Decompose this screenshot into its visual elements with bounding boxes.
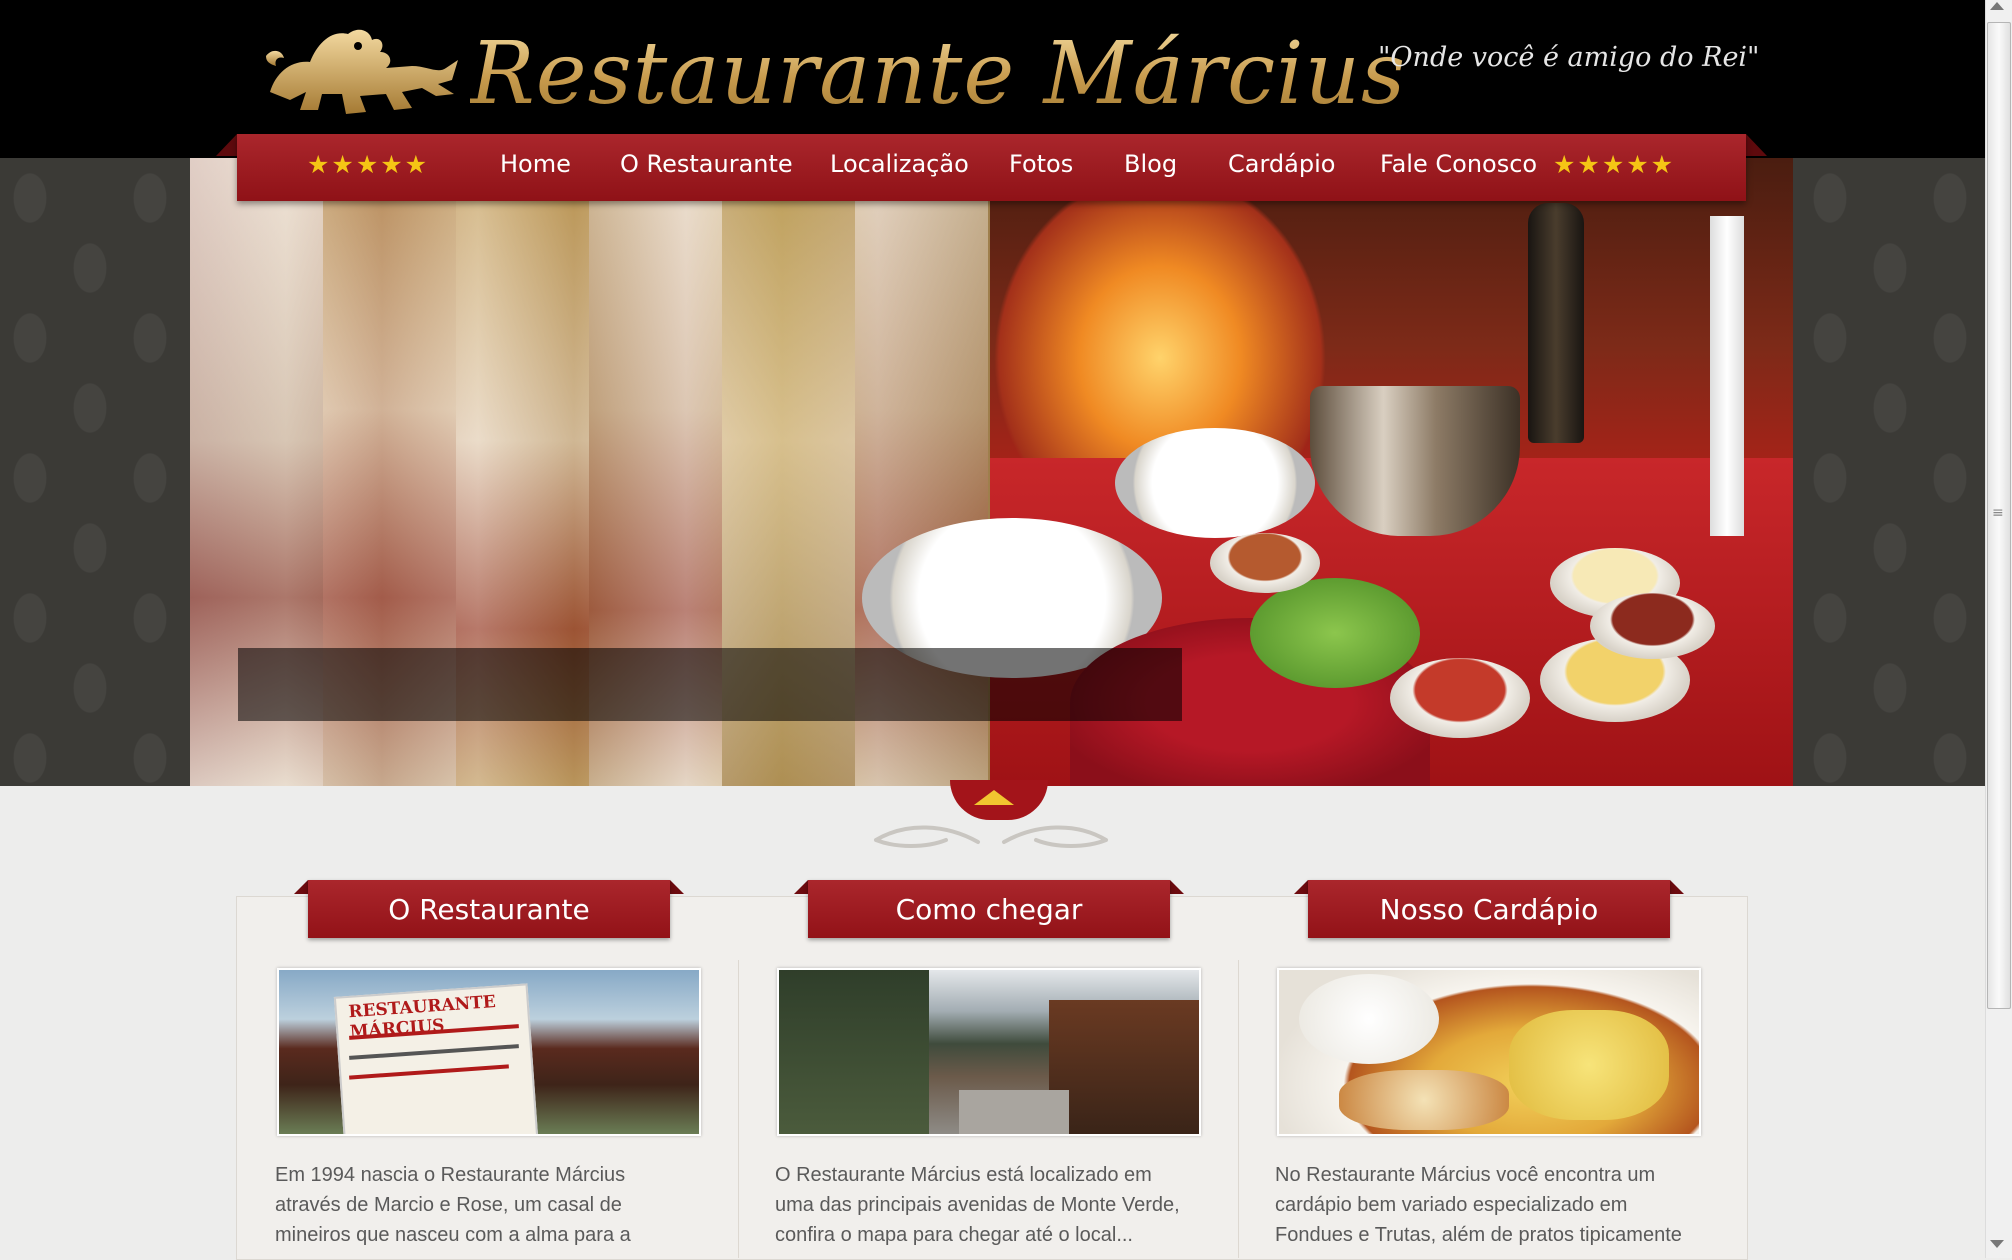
hero-slider[interactable] — [190, 158, 1793, 786]
section-title-nosso-cardapio[interactable]: Nosso Cardápio — [1308, 893, 1670, 926]
nav-blog[interactable]: Blog — [1124, 150, 1177, 178]
section-text-nosso-cardapio: No Restaurante Március você encontra um … — [1275, 1164, 1682, 1246]
slide-caption-box — [238, 648, 1182, 721]
street-photo[interactable] — [777, 968, 1201, 1136]
arrow-up-icon — [974, 790, 1014, 805]
site-logo-text[interactable]: Restaurante Március — [470, 24, 1406, 124]
section-text-como-chegar: O Restaurante Március está localizado em… — [775, 1164, 1180, 1246]
stars-left-icon: ★★★★★ — [307, 150, 430, 179]
scroll-up-arrow-icon[interactable] — [1990, 2, 2004, 10]
section-title-como-chegar[interactable]: Como chegar — [808, 893, 1170, 926]
site-tagline: "Onde você é amigo do Rei" — [1378, 42, 1760, 73]
restaurant-sign-photo[interactable]: RESTAURANTE MÁRCIUS — [277, 968, 701, 1136]
scroll-down-arrow-icon[interactable] — [1990, 1240, 2004, 1248]
nav-o-restaurante[interactable]: O Restaurante — [620, 150, 793, 178]
dish-photo[interactable] — [1277, 968, 1701, 1136]
nav-cardapio[interactable]: Cardápio — [1228, 150, 1335, 178]
nav-localizacao[interactable]: Localização — [830, 150, 969, 178]
heraldic-lion-icon[interactable] — [262, 22, 462, 118]
nav-fale-conosco[interactable]: Fale Conosco — [1380, 150, 1537, 178]
stars-right-icon: ★★★★★ — [1553, 150, 1676, 179]
grip-icon: ≡ — [1992, 505, 2004, 521]
nav-fotos[interactable]: Fotos — [1009, 150, 1073, 178]
ornament-divider-icon — [874, 825, 1108, 848]
section-title-o-restaurante[interactable]: O Restaurante — [308, 893, 670, 926]
nav-home[interactable]: Home — [500, 150, 571, 178]
section-text-o-restaurante: Em 1994 nascia o Restaurante Március atr… — [275, 1164, 631, 1246]
